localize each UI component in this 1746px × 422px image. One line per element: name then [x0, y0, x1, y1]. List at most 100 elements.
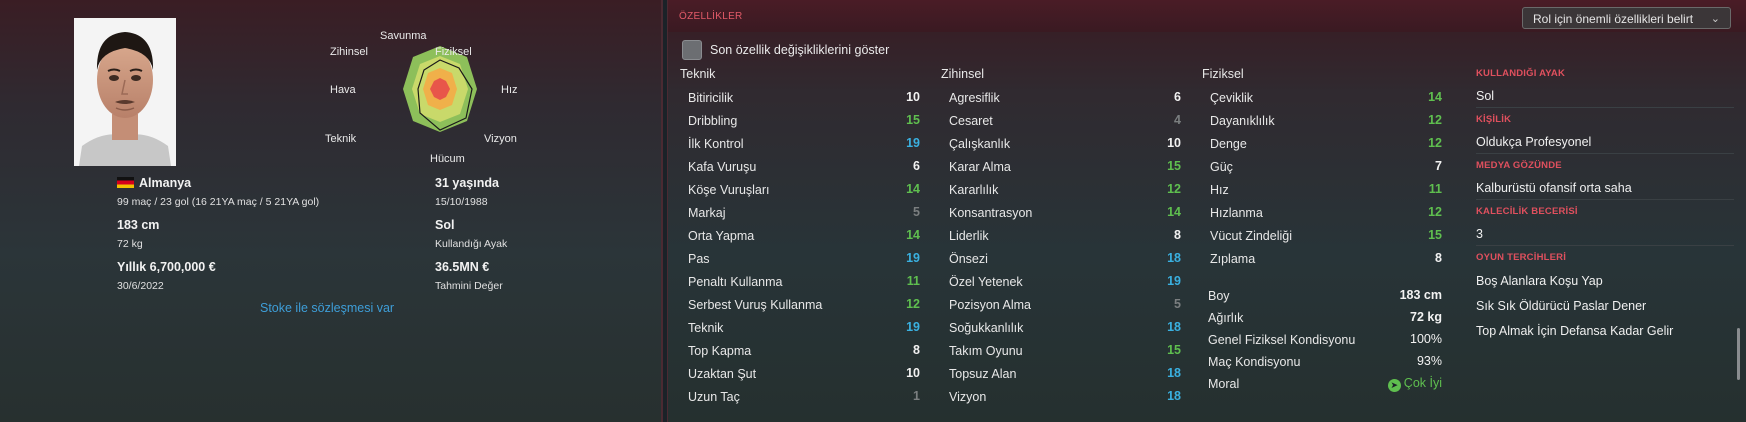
- attribute-row[interactable]: Konsantrasyon 14: [949, 203, 1181, 226]
- goalkeeping-heading: KALECİLİK BECERİSİ: [1476, 206, 1578, 217]
- attribute-name: Özel Yetenek: [949, 275, 1023, 289]
- attribute-value: 18: [1167, 251, 1181, 265]
- contract-club-link[interactable]: Stoke ile sözleşmesi var: [260, 301, 394, 315]
- height: 183 cm: [117, 218, 160, 232]
- attribute-row[interactable]: Takım Oyunu 15: [949, 341, 1181, 364]
- attribute-name: Takım Oyunu: [949, 344, 1023, 358]
- attribute-row[interactable]: Denge 12: [1210, 134, 1442, 157]
- list-item: Sık Sık Öldürücü Paslar Dener: [1476, 299, 1647, 313]
- player-photo: [74, 18, 176, 166]
- attribute-row[interactable]: Çeviklik 14: [1210, 88, 1442, 111]
- stat-height-value: 183 cm: [1399, 288, 1442, 302]
- attribute-row[interactable]: Dribbling 15: [688, 111, 920, 134]
- attribute-row[interactable]: Soğukkanlılık 18: [949, 318, 1181, 341]
- traits-scrollbar[interactable]: [1737, 328, 1740, 380]
- radar-label-attack: Hücum: [430, 153, 465, 165]
- attribute-row[interactable]: Hız 11: [1210, 180, 1442, 203]
- attribute-name: Soğukkanlılık: [949, 321, 1024, 335]
- attribute-value: 15: [1428, 228, 1442, 242]
- attribute-name: Liderlik: [949, 229, 989, 243]
- stat-weight-value: 72 kg: [1410, 310, 1442, 324]
- attribute-value: 18: [1167, 366, 1181, 380]
- stat-morale-label: Moral: [1208, 377, 1240, 391]
- attribute-row[interactable]: Topsuz Alan 18: [949, 364, 1181, 387]
- stat-row: Moral ➤ Çok İyi: [1208, 374, 1458, 396]
- stat-weight-label: Ağırlık: [1208, 311, 1244, 325]
- attribute-row[interactable]: Güç 7: [1210, 157, 1442, 180]
- attribute-name: Vücut Zindeliği: [1210, 229, 1292, 243]
- attribute-value: 4: [1174, 113, 1181, 127]
- stat-fitness-label: Genel Fiziksel Kondisyonu: [1208, 333, 1356, 347]
- attribute-row[interactable]: İlk Kontrol 19: [688, 134, 920, 157]
- attribute-row[interactable]: Vizyon 18: [949, 387, 1181, 410]
- attribute-value: 6: [913, 159, 920, 173]
- role-dropdown-label: Rol için önemli özellikleri belirt: [1533, 12, 1694, 26]
- attribute-row[interactable]: Uzaktan Şut 10: [688, 364, 920, 387]
- attribute-value: 1: [913, 389, 920, 403]
- attribute-radar-chart: Savunma Fiziksel Zihinsel Hava Hız Tekni…: [325, 30, 540, 170]
- attribute-value: 14: [906, 228, 920, 242]
- attribute-value: 8: [913, 343, 920, 357]
- media-description-heading: MEDYA GÖZÜNDE: [1476, 160, 1562, 171]
- germany-flag-icon: [117, 177, 134, 188]
- attribute-name: Çalışkanlık: [949, 137, 1011, 151]
- attribute-name: Pozisyon Alma: [949, 298, 1031, 312]
- attribute-value: 18: [1167, 389, 1181, 403]
- attribute-value: 6: [1174, 90, 1181, 104]
- attribute-value: 7: [1435, 159, 1442, 173]
- attribute-value: 10: [1167, 136, 1181, 150]
- attribute-row[interactable]: Karar Alma 15: [949, 157, 1181, 180]
- attribute-value: 15: [1167, 343, 1181, 357]
- attribute-row[interactable]: Dayanıklılık 12: [1210, 111, 1442, 134]
- attribute-name: Serbest Vuruş Kullanma: [688, 298, 823, 312]
- media-description-value: Kalburüstü ofansif orta saha: [1476, 176, 1734, 200]
- attribute-name: Top Kapma: [688, 344, 752, 358]
- recent-changes-checkbox[interactable]: [682, 40, 702, 60]
- market-value-label: Tahmini Değer: [435, 280, 503, 292]
- attribute-row[interactable]: Kafa Vuruşu 6: [688, 157, 920, 180]
- attribute-row[interactable]: Top Kapma 8: [688, 341, 920, 364]
- attribute-row[interactable]: Cesaret 4: [949, 111, 1181, 134]
- attribute-value: 19: [906, 320, 920, 334]
- attribute-row[interactable]: Penaltı Kullanma 11: [688, 272, 920, 295]
- mental-column-title: Zihinsel: [941, 67, 985, 81]
- physical-column-title: Fiziksel: [1202, 67, 1244, 81]
- attribute-name: Bitiricilik: [688, 91, 734, 105]
- attribute-value: 12: [1428, 136, 1442, 150]
- attribute-name: Vizyon: [949, 390, 987, 404]
- physical-stats: Boy 183 cm Ağırlık 72 kg Genel Fiziksel …: [1208, 286, 1458, 396]
- stat-height-label: Boy: [1208, 289, 1230, 303]
- international-caps: 99 maç / 23 gol (16 21YA maç / 5 21YA go…: [117, 196, 320, 208]
- attribute-row[interactable]: Markaj 5: [688, 203, 920, 226]
- contract-end: 30/6/2022: [117, 280, 164, 292]
- attribute-row[interactable]: Özel Yetenek 19: [949, 272, 1181, 295]
- attribute-row[interactable]: Köşe Vuruşları 14: [688, 180, 920, 203]
- role-attributes-dropdown[interactable]: Rol için önemli özellikleri belirt ⌄: [1522, 7, 1731, 29]
- attribute-row[interactable]: Hızlanma 12: [1210, 203, 1442, 226]
- attribute-value: 11: [1428, 182, 1442, 196]
- age: 31 yaşında: [435, 176, 499, 190]
- attribute-row[interactable]: Liderlik 8: [949, 226, 1181, 249]
- attribute-row[interactable]: Bitiricilik 10: [688, 88, 920, 111]
- attribute-row[interactable]: Teknik 19: [688, 318, 920, 341]
- stat-fitness-value: 100%: [1410, 332, 1442, 346]
- attribute-row[interactable]: Agresiflik 6: [949, 88, 1181, 111]
- attribute-row[interactable]: Önsezi 18: [949, 249, 1181, 272]
- attribute-row[interactable]: Orta Yapma 14: [688, 226, 920, 249]
- attribute-row[interactable]: Kararlılık 12: [949, 180, 1181, 203]
- attribute-row[interactable]: Zıplama 8: [1210, 249, 1442, 272]
- attribute-row[interactable]: Pozisyon Alma 5: [949, 295, 1181, 318]
- recent-changes-label: Son özellik değişikliklerini göster: [710, 43, 890, 57]
- radar-label-mental: Zihinsel: [330, 46, 368, 58]
- attribute-row[interactable]: Çalışkanlık 10: [949, 134, 1181, 157]
- attribute-row[interactable]: Uzun Taç 1: [688, 387, 920, 410]
- attribute-row[interactable]: Serbest Vuruş Kullanma 12: [688, 295, 920, 318]
- preferred-foot: Sol: [435, 218, 455, 232]
- personality-heading: KİŞİLİK: [1476, 114, 1512, 125]
- attribute-row[interactable]: Pas 19: [688, 249, 920, 272]
- attribute-row[interactable]: Vücut Zindeliği 15: [1210, 226, 1442, 249]
- attribute-value: 10: [906, 366, 920, 380]
- attribute-value: 14: [906, 182, 920, 196]
- physical-attributes: Çeviklik 14 Dayanıklılık 12 Denge 12 Güç 7 Hız 11…: [1210, 88, 1442, 272]
- preferred-foot-value: Sol: [1476, 84, 1734, 108]
